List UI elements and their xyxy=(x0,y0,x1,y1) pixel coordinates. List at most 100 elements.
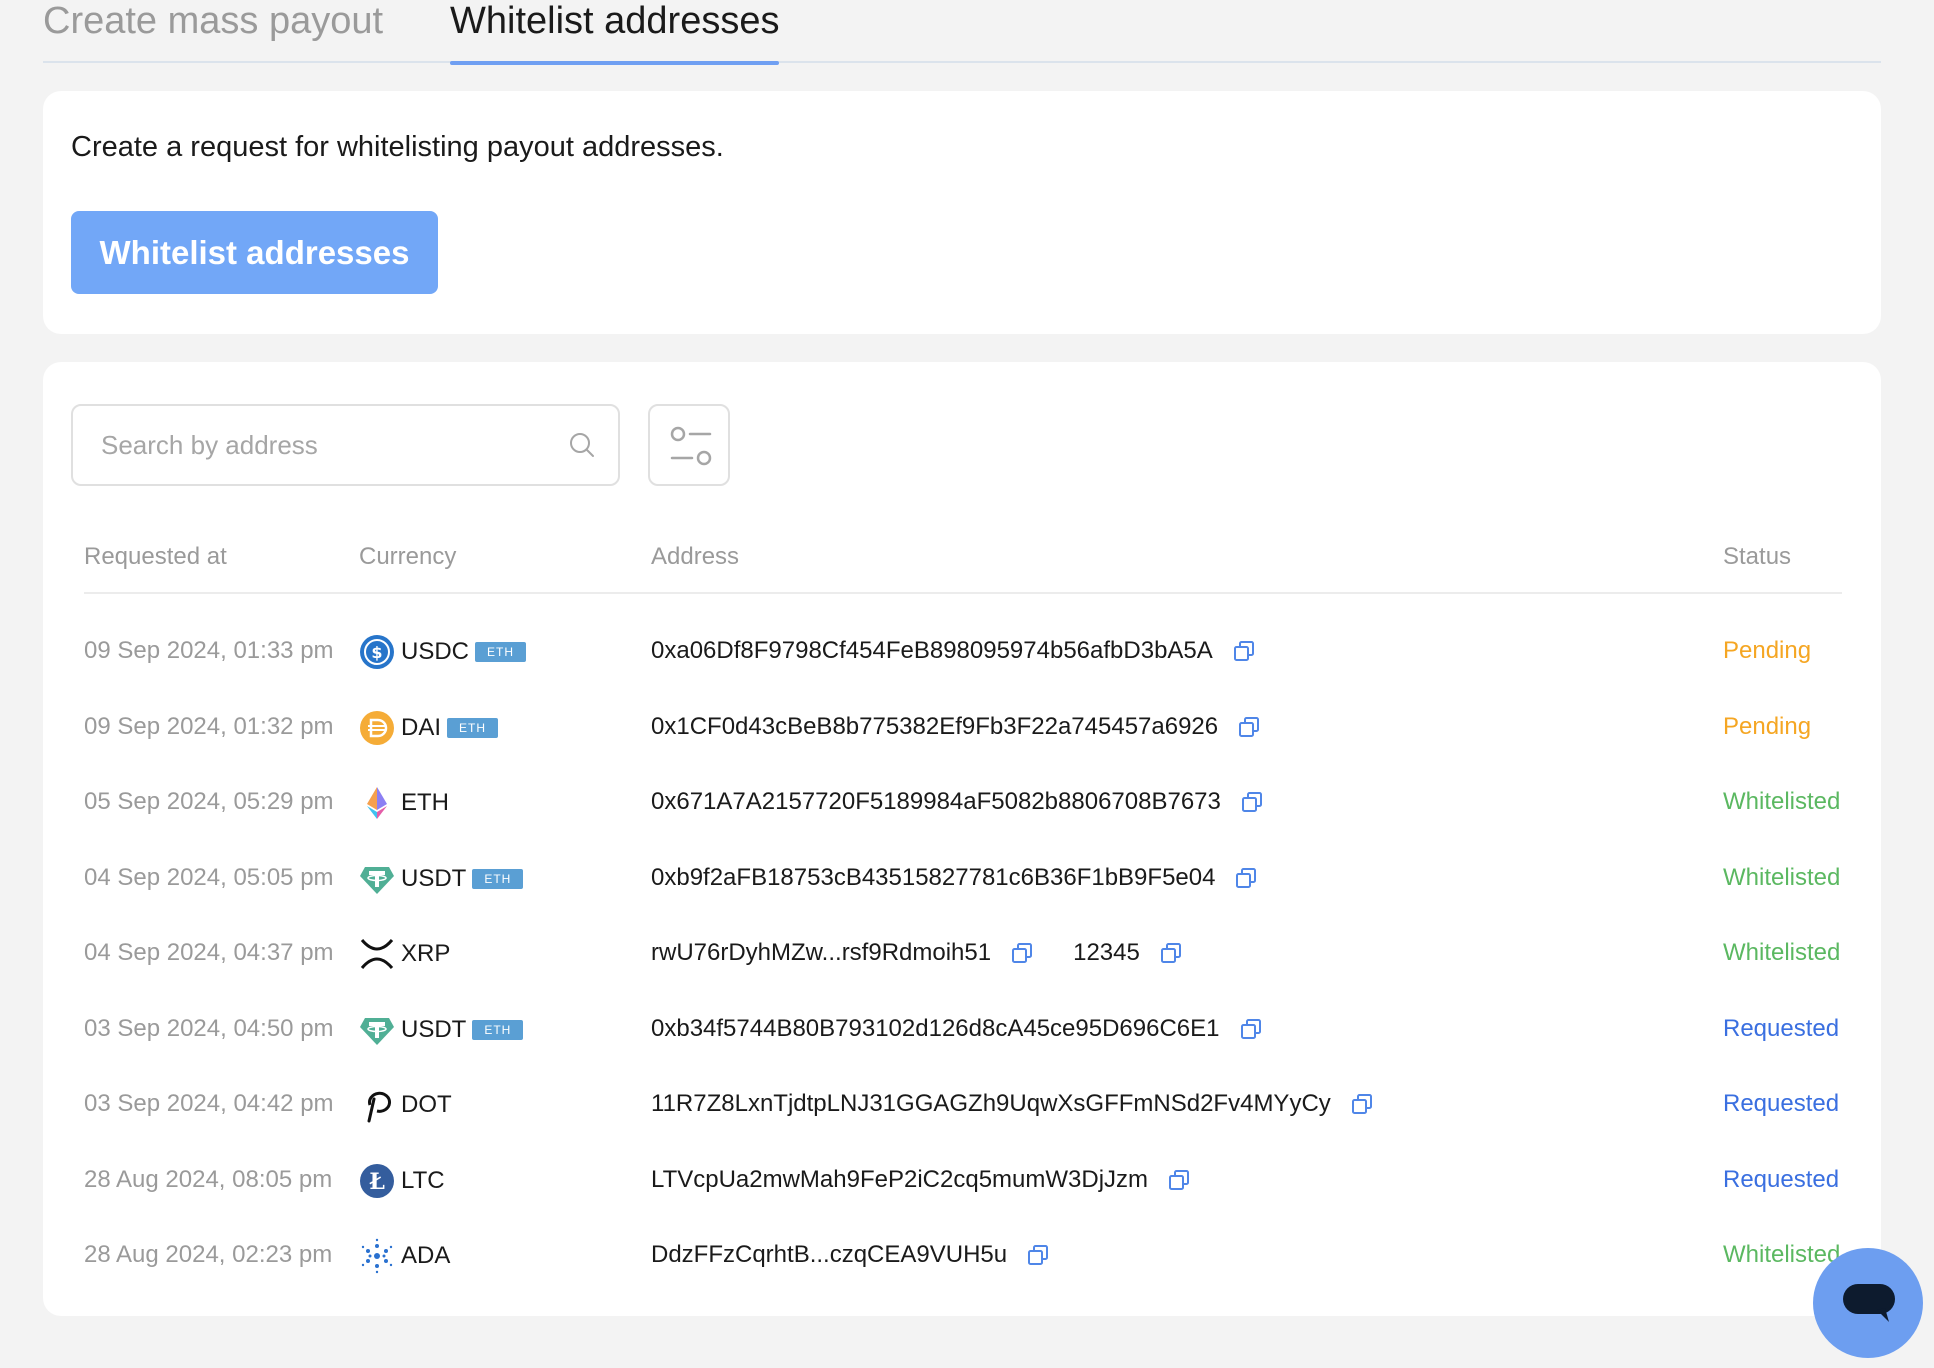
currency-symbol: USDC xyxy=(401,638,470,665)
address-cell: 0xb34f5744B80B793102d126d8cA45ce95D696C6… xyxy=(651,1014,1262,1044)
ltc-coin-icon: Ł xyxy=(359,1163,395,1199)
status-badge: Whitelisted xyxy=(1723,939,1841,966)
status-badge: Whitelisted xyxy=(1723,788,1841,815)
eth-coin-icon xyxy=(359,785,395,821)
currency-symbol: XRP xyxy=(401,940,451,967)
requested-at-cell: 09 Sep 2024, 01:32 pm xyxy=(84,712,334,740)
status-badge: Pending xyxy=(1723,637,1812,664)
requested-at-cell: 28 Aug 2024, 08:05 pm xyxy=(84,1165,333,1193)
copy-icon[interactable] xyxy=(1011,942,1033,964)
copy-icon[interactable] xyxy=(1235,867,1257,889)
currency-symbol: DAI xyxy=(401,713,442,741)
dai-coin-icon xyxy=(359,710,395,746)
table-row[interactable]: 28 Aug 2024, 08:05 pm Ł LTC LTVcpUa2mwMah9F… xyxy=(43,1147,1881,1222)
dot-coin-icon xyxy=(359,1087,395,1123)
requested-at-cell: 04 Sep 2024, 04:37 pm xyxy=(84,939,334,966)
table-row[interactable]: 04 Sep 2024, 05:05 pm USDT ETH 0xb9f2aFB187… xyxy=(43,845,1881,920)
currency-symbol: USDT xyxy=(401,1015,467,1043)
table-row[interactable]: 09 Sep 2024, 01:33 pm $ USDC ETH 0xa06Df8F97… xyxy=(43,618,1881,693)
currency-cell: DOT xyxy=(359,1087,452,1123)
whitelist-addresses-button[interactable]: Whitelist addresses xyxy=(71,211,438,294)
currency-cell: ADA xyxy=(359,1238,450,1274)
search-box xyxy=(71,404,620,486)
header-divider xyxy=(84,592,1842,594)
requested-at-cell: 05 Sep 2024, 05:29 pm xyxy=(84,788,334,815)
header-currency: Currency xyxy=(359,543,457,570)
currency-cell: USDT ETH xyxy=(359,1012,524,1048)
copy-icon[interactable] xyxy=(1233,640,1255,662)
copy-icon[interactable] xyxy=(1240,1018,1262,1040)
usdc-coin-icon: $ xyxy=(359,634,395,670)
currency-symbol: ADA xyxy=(401,1242,451,1269)
usdt-coin-icon xyxy=(359,861,395,897)
table-row[interactable]: 03 Sep 2024, 04:42 pm DOT 11R7Z8LxnTjdtpLN… xyxy=(43,1071,1881,1146)
chat-icon xyxy=(1843,1284,1895,1322)
address-text: 11R7Z8LxnTjdtpLNJ31GGAGZh9UqwXsGFFmNSd2F… xyxy=(651,1090,1331,1117)
address-text: 0x1CF0d43cBeB8b775382Ef9Fb3F22a745457a69… xyxy=(651,712,1219,740)
address-cell: 0xb9f2aFB18753cB43515827781c6B36F1bB9F5e… xyxy=(651,863,1257,893)
network-badge: ETH xyxy=(472,1019,524,1040)
currency-symbol: USDT xyxy=(401,864,467,892)
memo-text: 12345 xyxy=(1073,939,1140,966)
copy-icon[interactable] xyxy=(1238,716,1260,738)
status-badge: Requested xyxy=(1723,1090,1840,1117)
status-badge: Whitelisted xyxy=(1723,1241,1841,1268)
address-cell: 11R7Z8LxnTjdtpLNJ31GGAGZh9UqwXsGFFmNSd2F… xyxy=(651,1089,1373,1119)
currency-symbol: LTC xyxy=(401,1166,445,1194)
table-row[interactable]: 28 Aug 2024, 02:23 pm ADA DdzFFzCqrhtB...c… xyxy=(43,1222,1881,1297)
address-text: 0xa06Df8F9798Cf454FeB898095974b56afbD3bA… xyxy=(651,637,1213,664)
address-text: rwU76rDyhMZw...rsf9Rdmoih51 xyxy=(651,939,992,966)
status-badge: Pending xyxy=(1723,712,1812,740)
copy-icon[interactable] xyxy=(1168,1169,1190,1191)
tab-whitelist-addresses[interactable]: Whitelist addresses xyxy=(450,0,780,65)
whitelist-table-card: Requested at Currency Address Status 09 … xyxy=(43,362,1881,1316)
filter-icon xyxy=(670,426,712,466)
currency-cell: DAI ETH xyxy=(359,710,499,746)
tab-create-mass-payout[interactable]: Create mass payout xyxy=(43,0,383,63)
network-badge: ETH xyxy=(472,868,524,889)
table-row[interactable]: 05 Sep 2024, 05:29 pm ETH 0x671A7A2157720F… xyxy=(43,769,1881,844)
address-text: 0xb9f2aFB18753cB43515827781c6B36F1bB9F5e… xyxy=(651,863,1216,891)
whitelist-request-card: Create a request for whitelisting payout… xyxy=(43,91,1881,334)
copy-icon[interactable] xyxy=(1351,1093,1373,1115)
requested-at-cell: 09 Sep 2024, 01:33 pm xyxy=(84,637,334,664)
copy-memo-icon[interactable] xyxy=(1160,942,1182,964)
requested-at-cell: 04 Sep 2024, 05:05 pm xyxy=(84,863,334,891)
table-row[interactable]: 04 Sep 2024, 04:37 pm XRP rwU76rDyhMZw...r… xyxy=(43,920,1881,995)
currency-cell: XRP xyxy=(359,936,450,972)
table-row[interactable]: 09 Sep 2024, 01:32 pm DAI ETH 0x1CF0d43cBeB… xyxy=(43,694,1881,769)
network-badge: ETH xyxy=(447,717,499,738)
svg-text:Ł: Ł xyxy=(369,1169,385,1195)
copy-icon[interactable] xyxy=(1027,1244,1049,1266)
currency-cell: $ USDC ETH xyxy=(359,634,527,670)
svg-text:$: $ xyxy=(371,643,382,662)
address-text: 0xb34f5744B80B793102d126d8cA45ce95D696C6… xyxy=(651,1014,1220,1042)
tab-bar: Create mass payout Whitelist addresses xyxy=(43,0,1881,65)
address-cell: 0xa06Df8F9798Cf454FeB898095974b56afbD3bA… xyxy=(651,636,1255,666)
status-badge: Whitelisted xyxy=(1723,863,1841,891)
status-badge: Requested xyxy=(1723,1014,1840,1042)
chat-button[interactable] xyxy=(1813,1248,1923,1358)
requested-at-cell: 28 Aug 2024, 02:23 pm xyxy=(84,1241,333,1268)
address-text: DdzFFzCqrhtB...czqCEA9VUH5u xyxy=(651,1241,1008,1268)
status-badge: Requested xyxy=(1723,1165,1840,1193)
currency-cell: ETH xyxy=(359,785,449,821)
search-input[interactable] xyxy=(101,406,541,484)
currency-cell: Ł LTC xyxy=(359,1163,445,1199)
intro-text: Create a request for whitelisting payout… xyxy=(71,131,724,163)
usdt-coin-icon xyxy=(359,1012,395,1048)
header-status: Status xyxy=(1723,543,1792,570)
xrp-coin-icon xyxy=(359,936,395,972)
header-requested-at: Requested at xyxy=(84,543,227,570)
table-row[interactable]: 03 Sep 2024, 04:50 pm USDT ETH 0xb34f5744B8… xyxy=(43,996,1881,1071)
address-cell: LTVcpUa2mwMah9FeP2iC2cq5mumW3DjJzm xyxy=(651,1165,1190,1195)
search-icon xyxy=(570,433,594,457)
address-cell: 0x1CF0d43cBeB8b775382Ef9Fb3F22a745457a69… xyxy=(651,712,1260,742)
header-address: Address xyxy=(651,543,740,570)
address-cell: DdzFFzCqrhtB...czqCEA9VUH5u xyxy=(651,1240,1049,1270)
address-text: LTVcpUa2mwMah9FeP2iC2cq5mumW3DjJzm xyxy=(651,1165,1149,1193)
network-badge: ETH xyxy=(475,642,527,662)
ada-coin-icon xyxy=(359,1238,395,1274)
copy-icon[interactable] xyxy=(1241,791,1263,813)
filter-button[interactable] xyxy=(648,404,730,486)
